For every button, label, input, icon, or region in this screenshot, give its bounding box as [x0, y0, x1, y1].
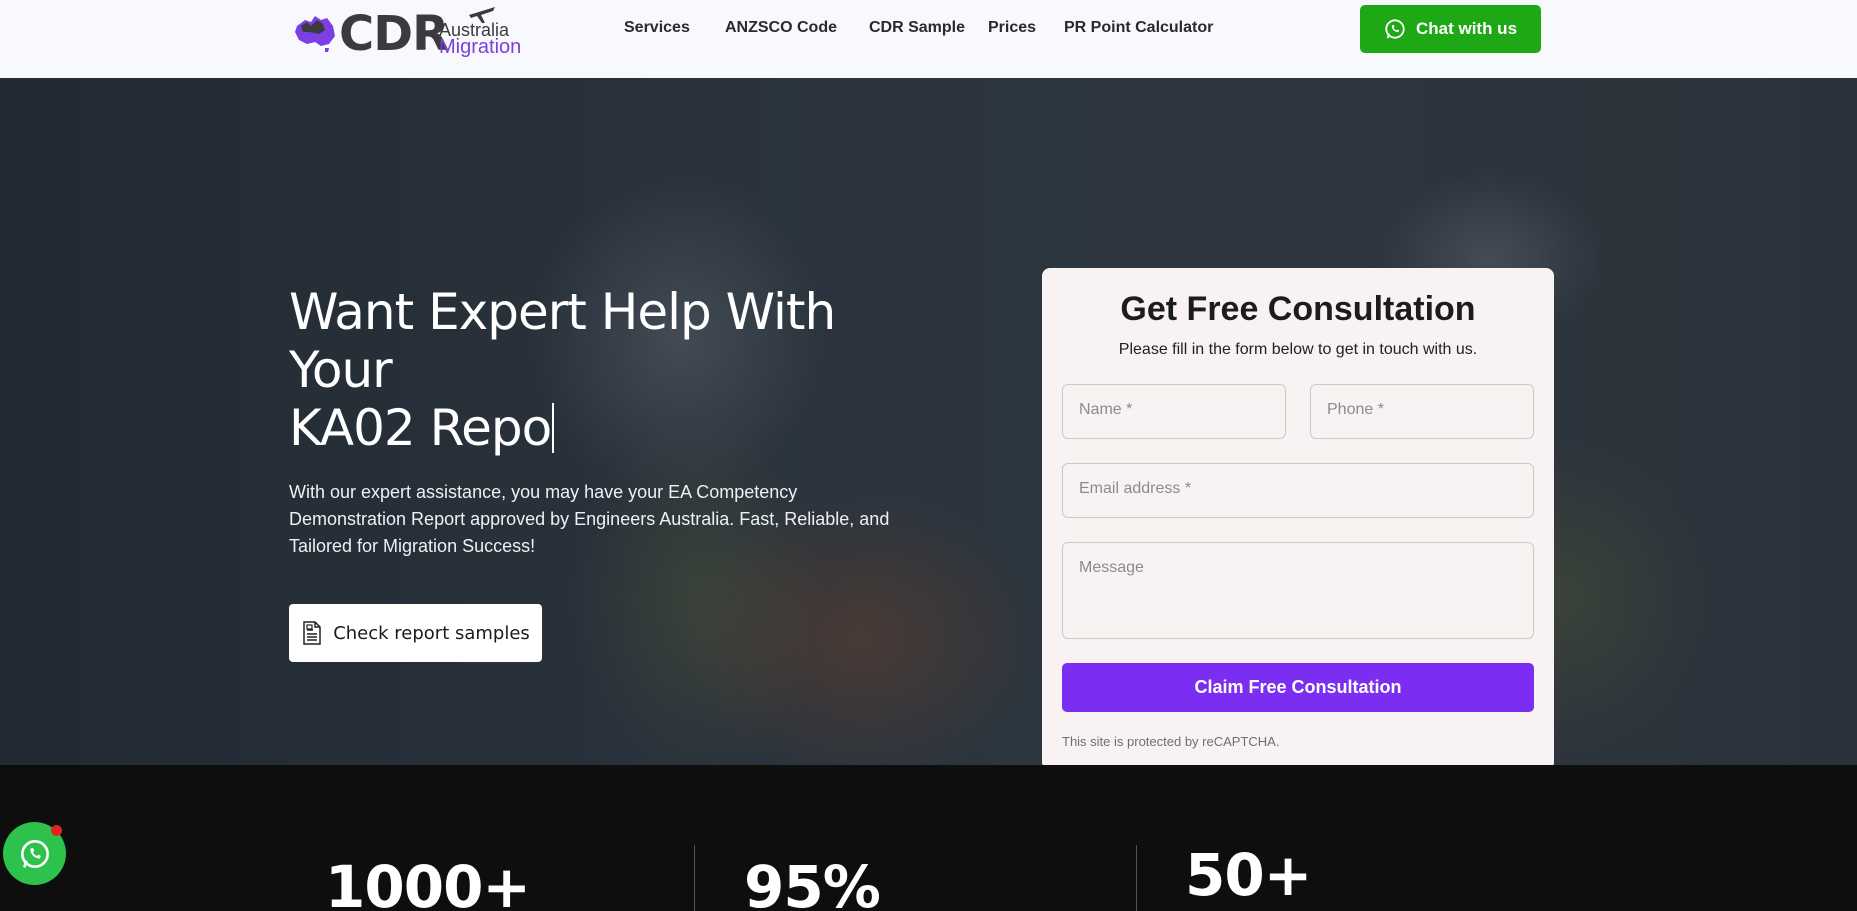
stat-divider — [694, 845, 695, 911]
consultation-form: Get Free Consultation Please fill in the… — [1042, 268, 1554, 765]
hero-title-line2: KA02 Repo — [289, 399, 552, 457]
whatsapp-icon — [1385, 19, 1405, 39]
nav-anzsco-code[interactable]: ANZSCO Code — [725, 19, 837, 37]
nav-pr-point-calculator[interactable]: PR Point Calculator — [1064, 19, 1213, 37]
stat-value: 1000+ — [325, 853, 531, 911]
hero-content: Want Expert Help With Your KA02 Repo Wit… — [289, 283, 929, 662]
chat-button-label: Chat with us — [1415, 19, 1518, 38]
typing-cursor — [552, 403, 555, 453]
site-logo[interactable]: CDR Australia Migration — [291, 0, 531, 62]
stat-divider — [1136, 845, 1137, 911]
nav-cdr-sample[interactable]: CDR Sample — [869, 19, 965, 37]
hero-title: Want Expert Help With Your KA02 Repo — [289, 283, 929, 457]
document-icon — [303, 621, 321, 645]
phone-input[interactable]: Phone * — [1310, 384, 1534, 439]
message-textarea[interactable]: Message — [1062, 542, 1534, 639]
australia-map-icon — [295, 16, 335, 52]
form-title: Get Free Consultation — [1120, 290, 1476, 328]
logo-line2: Migration — [439, 36, 522, 58]
check-report-samples-button[interactable]: Check report samples — [289, 604, 542, 662]
nav-prices[interactable]: Prices — [988, 19, 1036, 37]
stats-section: 1000+ 95% 50+ — [0, 765, 1857, 911]
chat-with-us-button[interactable]: Chat with us — [1360, 5, 1541, 53]
stat-value: 95% — [744, 853, 881, 911]
whatsapp-icon — [20, 839, 49, 868]
hero-title-line1: Want Expert Help With Your — [289, 283, 836, 399]
site-header: CDR Australia Migration Services ANZSCO … — [0, 0, 1857, 78]
email-input[interactable]: Email address * — [1062, 463, 1534, 518]
nav-services[interactable]: Services — [624, 19, 690, 37]
hero-description: With our expert assistance, you may have… — [289, 482, 890, 556]
samples-button-label: Check report samples — [333, 622, 530, 644]
claim-free-consultation-button[interactable]: Claim Free Consultation — [1062, 663, 1534, 712]
form-subtitle: Please fill in the form below to get in … — [1118, 341, 1478, 358]
stat-value: 50+ — [1185, 841, 1312, 909]
notification-dot — [51, 825, 62, 836]
logo-brand: CDR — [339, 6, 449, 62]
name-input[interactable]: Name * — [1062, 384, 1286, 439]
hero-section: Want Expert Help With Your KA02 Repo Wit… — [0, 78, 1857, 765]
recaptcha-note: This site is protected by reCAPTCHA. — [1062, 734, 1280, 749]
